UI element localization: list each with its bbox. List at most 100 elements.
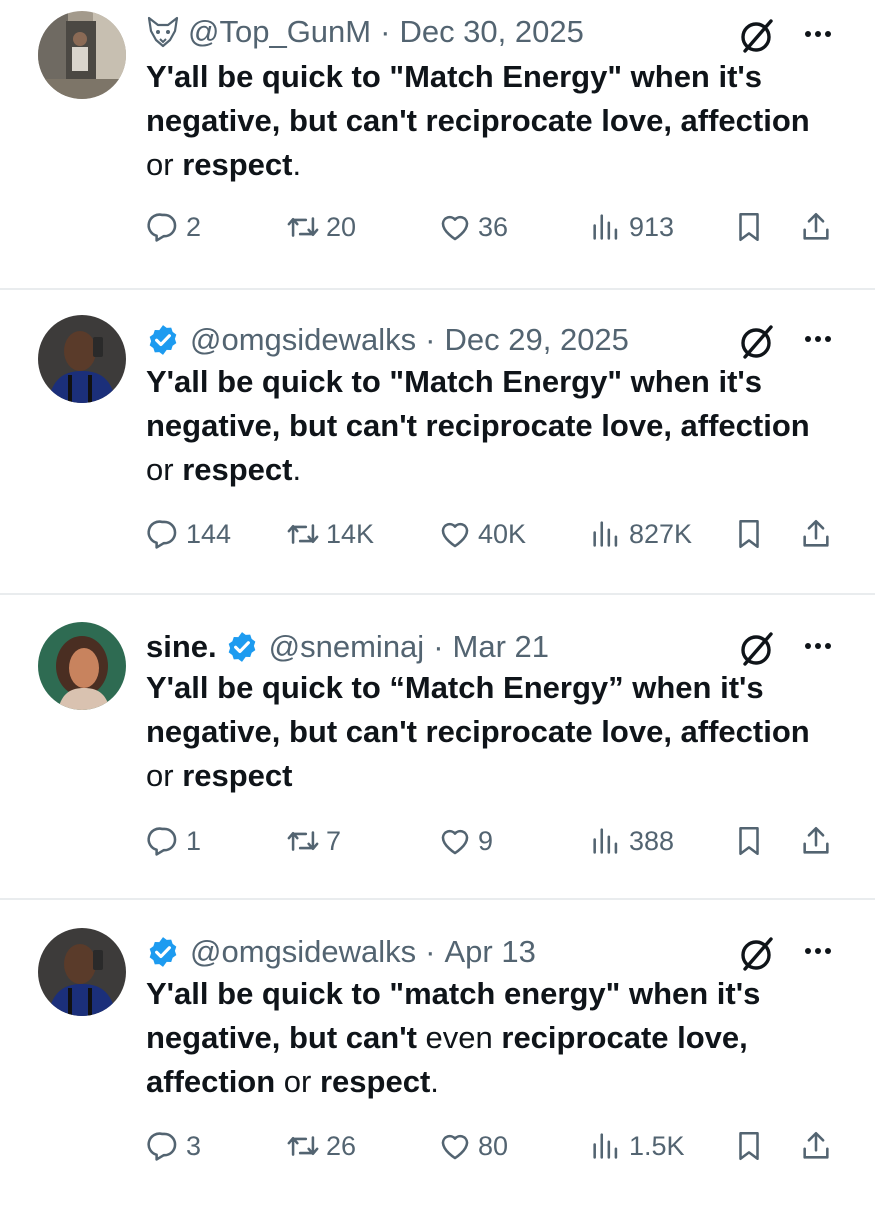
bookmark-icon bbox=[739, 1131, 759, 1161]
text-segment: Y'all be quick to "Match Energy" when it… bbox=[146, 364, 810, 443]
retweet-count: 14K bbox=[326, 518, 375, 549]
author-handle[interactable]: @omgsidewalks bbox=[190, 932, 416, 972]
share-button[interactable] bbox=[799, 512, 833, 556]
tweet-date[interactable]: Dec 29, 2025 bbox=[445, 320, 629, 360]
reply-count: 2 bbox=[186, 211, 202, 242]
like-button[interactable]: 40K bbox=[438, 512, 526, 556]
share-button[interactable] bbox=[799, 1124, 833, 1168]
tweet[interactable]: @omgsidewalks · Apr 13 Y'all be quick to… bbox=[0, 900, 875, 1205]
retweet-count: 7 bbox=[326, 825, 342, 856]
heart-icon bbox=[441, 215, 469, 241]
action-bar: 1 7 9 388 bbox=[146, 819, 846, 863]
like-count: 80 bbox=[478, 1130, 509, 1161]
author-handle[interactable]: @sneminaj bbox=[269, 627, 425, 667]
tweet-date[interactable]: Dec 30, 2025 bbox=[399, 12, 583, 52]
views-button[interactable]: 827K bbox=[589, 512, 692, 556]
text-segment: or bbox=[275, 1064, 320, 1099]
share-upload-icon bbox=[803, 212, 829, 240]
tweet-feed: @Top_GunM · Dec 30, 2025 Y'all be quick … bbox=[0, 0, 875, 1205]
reply-count: 144 bbox=[186, 518, 232, 549]
separator-dot: · bbox=[380, 14, 391, 49]
tweet-text: Y'all be quick to “Match Energy” when it… bbox=[146, 666, 836, 798]
tweet[interactable]: @omgsidewalks · Dec 29, 2025 Y'all be qu… bbox=[0, 290, 875, 595]
avatar[interactable] bbox=[38, 622, 126, 710]
more-dots-icon[interactable] bbox=[800, 935, 836, 967]
separator-dot: · bbox=[425, 934, 436, 969]
like-count: 36 bbox=[478, 211, 509, 242]
avatar[interactable] bbox=[38, 315, 126, 403]
bar-chart-icon bbox=[593, 521, 618, 547]
share-button[interactable] bbox=[799, 205, 833, 249]
tweet-text: Y'all be quick to "match energy" when it… bbox=[146, 972, 836, 1104]
like-button[interactable]: 80 bbox=[438, 1124, 508, 1168]
avatar[interactable] bbox=[38, 928, 126, 1016]
text-segment: respect bbox=[319, 1064, 431, 1099]
reply-button[interactable]: 144 bbox=[146, 512, 231, 556]
reply-count: 1 bbox=[186, 825, 202, 856]
more-dots-icon[interactable] bbox=[800, 18, 836, 50]
tweet-header: @omgsidewalks · Apr 13 bbox=[146, 932, 536, 972]
grok-slash-circle-icon[interactable] bbox=[737, 629, 777, 669]
reply-button[interactable]: 1 bbox=[146, 819, 201, 863]
speech-bubble-icon bbox=[147, 213, 177, 242]
more-dots-icon[interactable] bbox=[800, 630, 836, 662]
bookmark-button[interactable] bbox=[732, 1124, 766, 1168]
text-segment: or bbox=[146, 147, 183, 182]
retweet-arrows-icon bbox=[287, 524, 319, 544]
tweet-date[interactable]: Mar 21 bbox=[453, 627, 549, 667]
share-button[interactable] bbox=[799, 819, 833, 863]
text-segment: Y'all be quick to “Match Energy” when it… bbox=[146, 670, 810, 749]
heart-icon bbox=[441, 829, 469, 855]
heart-icon bbox=[441, 522, 469, 548]
text-segment: or bbox=[146, 758, 183, 793]
grok-slash-circle-icon[interactable] bbox=[737, 322, 777, 362]
retweet-button[interactable]: 14K bbox=[286, 512, 374, 556]
like-button[interactable]: 36 bbox=[438, 205, 508, 249]
views-button[interactable]: 388 bbox=[589, 819, 674, 863]
verified-badge-icon bbox=[146, 935, 180, 969]
share-upload-icon bbox=[803, 1131, 829, 1159]
grok-slash-circle-icon[interactable] bbox=[737, 934, 777, 974]
tweet[interactable]: sine. @sneminaj · Mar 21 Y'all be quick … bbox=[0, 595, 875, 900]
reply-button[interactable]: 3 bbox=[146, 1124, 201, 1168]
view-count: 827K bbox=[629, 518, 693, 549]
bookmark-button[interactable] bbox=[732, 819, 766, 863]
retweet-button[interactable]: 7 bbox=[286, 819, 341, 863]
author-name[interactable]: sine. bbox=[146, 627, 217, 667]
share-upload-icon bbox=[803, 519, 829, 547]
tweet-text: Y'all be quick to "Match Energy" when it… bbox=[146, 55, 836, 187]
bookmark-button[interactable] bbox=[732, 512, 766, 556]
avatar[interactable] bbox=[38, 11, 126, 99]
author-handle[interactable]: @omgsidewalks bbox=[190, 320, 416, 360]
bar-chart-icon bbox=[593, 828, 618, 854]
text-segment: respect bbox=[182, 147, 293, 182]
view-count: 913 bbox=[629, 211, 675, 242]
views-button[interactable]: 1.5K bbox=[589, 1124, 685, 1168]
reply-count: 3 bbox=[186, 1130, 202, 1161]
view-count: 1.5K bbox=[629, 1130, 685, 1161]
fox-icon bbox=[146, 15, 180, 49]
author-handle[interactable]: @Top_GunM bbox=[188, 12, 371, 52]
separator-dot: · bbox=[425, 322, 436, 357]
retweet-arrows-icon bbox=[287, 1136, 319, 1156]
speech-bubble-icon bbox=[147, 1132, 177, 1161]
more-dots-icon[interactable] bbox=[800, 323, 836, 355]
like-button[interactable]: 9 bbox=[438, 819, 493, 863]
reply-button[interactable]: 2 bbox=[146, 205, 201, 249]
text-segment: . bbox=[292, 147, 302, 182]
retweet-button[interactable]: 26 bbox=[286, 1124, 356, 1168]
verified-badge-icon bbox=[146, 323, 180, 357]
tweet-date[interactable]: Apr 13 bbox=[445, 932, 536, 972]
text-segment: even bbox=[416, 1020, 502, 1055]
retweet-arrows-icon bbox=[287, 217, 319, 237]
views-button[interactable]: 913 bbox=[589, 205, 674, 249]
retweet-button[interactable]: 20 bbox=[286, 205, 356, 249]
action-bar: 2 20 36 913 bbox=[146, 205, 846, 249]
bookmark-button[interactable] bbox=[732, 205, 766, 249]
retweet-arrows-icon bbox=[287, 831, 319, 851]
tweet[interactable]: @Top_GunM · Dec 30, 2025 Y'all be quick … bbox=[0, 0, 875, 290]
bookmark-icon bbox=[739, 212, 759, 242]
heart-icon bbox=[441, 1134, 469, 1160]
bar-chart-icon bbox=[593, 214, 618, 240]
grok-slash-circle-icon[interactable] bbox=[737, 16, 777, 56]
